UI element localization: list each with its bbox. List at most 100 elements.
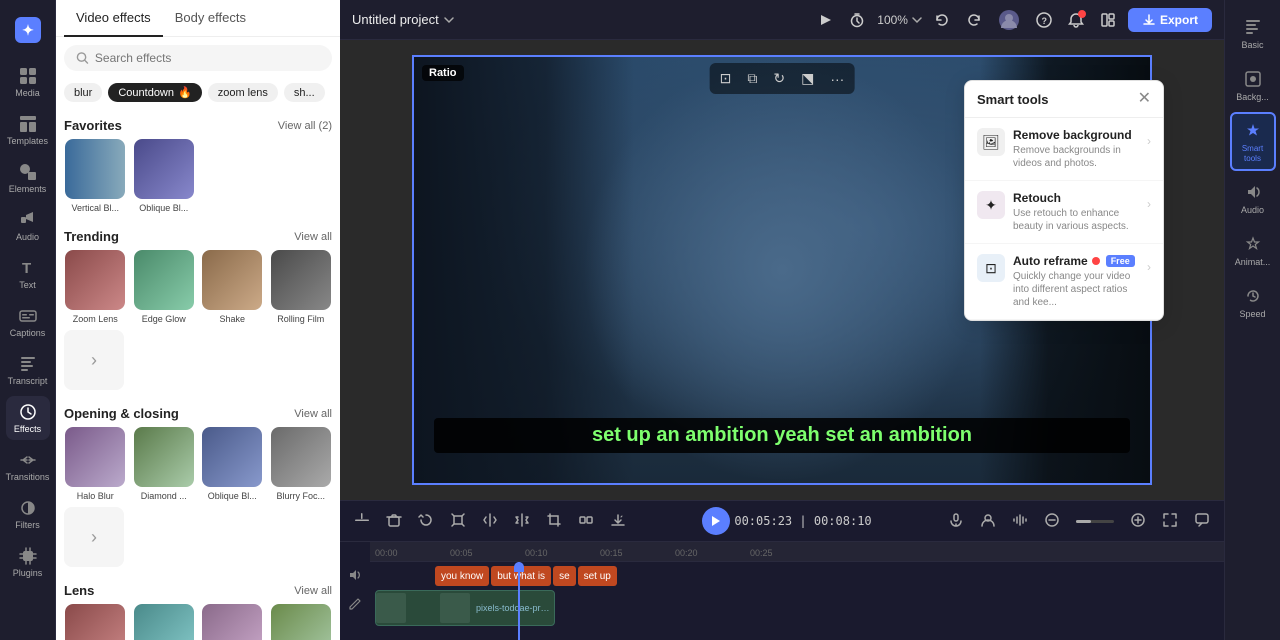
effect-smart-sha[interactable]: Smart Sha... <box>201 604 264 640</box>
effect-oblique-bl[interactable]: Oblique Bl... <box>133 139 196 213</box>
view-all-lens[interactable]: View all <box>294 585 332 597</box>
filter-tag-zoom[interactable]: zoom lens <box>208 83 278 102</box>
effect-edge-glow2[interactable]: Edge Glow <box>270 604 333 640</box>
sidebar-item-transitions[interactable]: Transitions <box>6 444 50 488</box>
view-all-trending[interactable]: View all <box>294 231 332 243</box>
effect-rolling-film[interactable]: Rolling Film <box>270 250 333 324</box>
sidebar-item-elements[interactable]: Elements <box>6 156 50 200</box>
sidebar-item-text[interactable]: T Text <box>6 252 50 296</box>
canvas-flip-btn[interactable]: ⧉ <box>741 67 763 90</box>
subtitle-chip-4[interactable]: set up <box>578 566 617 586</box>
sidebar-item-templates[interactable]: Templates <box>6 108 50 152</box>
effect-oblique-bl2[interactable]: Oblique Bl... <box>201 427 264 501</box>
smart-tool-auto-reframe[interactable]: ⊡ Auto reframe Free Quickly change your … <box>965 244 1163 320</box>
layout-btn[interactable] <box>1096 8 1120 32</box>
timeline-delete-btn[interactable] <box>380 508 408 535</box>
sidebar-item-media[interactable]: Media <box>6 60 50 104</box>
filter-tag-countdown[interactable]: Countdown 🔥 <box>108 83 201 102</box>
rt-speed-label: Speed <box>1239 309 1265 319</box>
project-name[interactable]: Untitled project <box>352 12 455 27</box>
auto-reframe-title: Auto reframe Free <box>1013 254 1139 268</box>
timeline-comment-btn[interactable] <box>1188 508 1216 535</box>
rt-item-animate[interactable]: Animat... <box>1230 225 1276 275</box>
effects-scroll[interactable]: Favorites View all (2) Vertical Bl... Ob… <box>56 110 340 640</box>
sidebar-item-transcript[interactable]: Transcript <box>6 348 50 392</box>
timeline-plus-btn[interactable] <box>1124 508 1152 535</box>
zoom-chevron-icon <box>912 15 922 25</box>
smart-tools-close-btn[interactable]: ✕ <box>1138 91 1151 107</box>
timeline-mic-btn[interactable] <box>942 508 970 535</box>
canvas-crop-btn[interactable]: ⊡ <box>714 67 738 90</box>
effect-zoom-lens[interactable]: Zoom Lens <box>64 250 127 324</box>
retouch-desc: Use retouch to enhance beauty in various… <box>1013 207 1139 233</box>
filter-tag-sh[interactable]: sh... <box>284 83 325 102</box>
sidebar-item-media-label: Media <box>15 88 40 98</box>
effect-sharpen-e[interactable]: Sharpen E... <box>133 604 196 640</box>
rt-item-basic[interactable]: Basic <box>1230 8 1276 58</box>
effect-shake[interactable]: Shake <box>201 250 264 324</box>
timeline-vol-btn[interactable] <box>346 566 364 587</box>
export-button[interactable]: Export <box>1128 8 1212 32</box>
timeline-flip-btn[interactable] <box>508 508 536 535</box>
timeline-cut-btn[interactable] <box>348 508 376 535</box>
avatar-btn[interactable] <box>994 5 1024 35</box>
more-trending-btn[interactable]: › <box>64 330 124 390</box>
rt-item-background[interactable]: Backg... <box>1230 60 1276 110</box>
timeline-crop-btn[interactable] <box>540 508 568 535</box>
timeline-download-btn[interactable] <box>604 508 632 535</box>
canvas-rotate-btn[interactable]: ↻ <box>767 67 791 90</box>
redo-btn[interactable] <box>962 8 986 32</box>
effect-label-vert-blur: Vertical Bl... <box>71 203 119 213</box>
effect-blurry-foc[interactable]: Blurry Foc... <box>270 427 333 501</box>
canvas-more-btn[interactable]: ··· <box>824 67 850 90</box>
timer-btn[interactable] <box>845 8 869 32</box>
notification-dot <box>1078 10 1086 18</box>
timeline-soundwave-btn[interactable] <box>1006 508 1034 535</box>
help-btn[interactable]: ? <box>1032 8 1056 32</box>
canvas-stretch-btn[interactable]: ⬔ <box>795 67 820 90</box>
timeline-loop-btn[interactable] <box>412 508 440 535</box>
timeline-voiceover-btn[interactable] <box>974 508 1002 535</box>
zoom-control[interactable]: 100% <box>877 13 922 27</box>
ruler-mark-0: 00:00 <box>375 548 450 558</box>
sidebar-item-audio[interactable]: Audio <box>6 204 50 248</box>
rt-item-smart-tools[interactable]: Smart tools <box>1230 112 1276 171</box>
subtitle-chip-3[interactable]: se <box>553 566 576 586</box>
timeline-merge-btn[interactable] <box>572 508 600 535</box>
view-all-favorites[interactable]: View all (2) <box>278 120 332 132</box>
effect-halo-blur[interactable]: Halo Blur <box>64 427 127 501</box>
sidebar-item-effects[interactable]: Effects <box>6 396 50 440</box>
timeline-fullscreen-btn[interactable] <box>1156 508 1184 535</box>
effect-edge-glow[interactable]: Edge Glow <box>133 250 196 324</box>
effect-optical-zo[interactable]: Optical Zo... <box>64 604 127 640</box>
tab-video-effects[interactable]: Video effects <box>64 0 163 37</box>
effect-vert-blur[interactable]: Vertical Bl... <box>64 139 127 213</box>
effect-diamond[interactable]: Diamond ... <box>133 427 196 501</box>
play-btn[interactable] <box>813 8 837 32</box>
sidebar-item-filters[interactable]: Filters <box>6 492 50 536</box>
timeline-split-btn[interactable] <box>476 508 504 535</box>
view-all-opening[interactable]: View all <box>294 408 332 420</box>
subtitle-chip-1[interactable]: you know <box>435 566 489 586</box>
timeline-zoom-slider-btn[interactable] <box>1070 516 1120 527</box>
timeline-edit-btn[interactable] <box>346 595 364 616</box>
sidebar-item-plugins[interactable]: Plugins <box>6 540 50 584</box>
smart-tool-remove-bg[interactable]: 🖼 Remove background Remove backgrounds i… <box>965 118 1163 181</box>
filter-tag-blur[interactable]: blur <box>64 83 102 102</box>
tab-body-effects[interactable]: Body effects <box>163 0 258 37</box>
rt-item-speed[interactable]: Speed <box>1230 277 1276 327</box>
effect-label-diamond: Diamond ... <box>141 491 187 501</box>
timeline-minus-btn[interactable] <box>1038 508 1066 535</box>
timeline-resize-btn[interactable] <box>444 508 472 535</box>
more-opening-btn[interactable]: › <box>64 507 124 567</box>
timeline-play-btn[interactable] <box>702 507 730 535</box>
rt-item-audio[interactable]: Audio <box>1230 173 1276 223</box>
video-track[interactable]: pixels-todoae-productions-7414127-1080p.… <box>375 590 555 626</box>
sidebar-item-captions[interactable]: Captions <box>6 300 50 344</box>
smart-tool-retouch[interactable]: ✦ Retouch Use retouch to enhance beauty … <box>965 181 1163 244</box>
search-input[interactable] <box>95 51 320 65</box>
notifications-btn[interactable] <box>1064 8 1088 32</box>
animate-icon <box>1242 233 1264 255</box>
auto-reframe-desc: Quickly change your video into different… <box>1013 270 1139 309</box>
undo-btn[interactable] <box>930 8 954 32</box>
